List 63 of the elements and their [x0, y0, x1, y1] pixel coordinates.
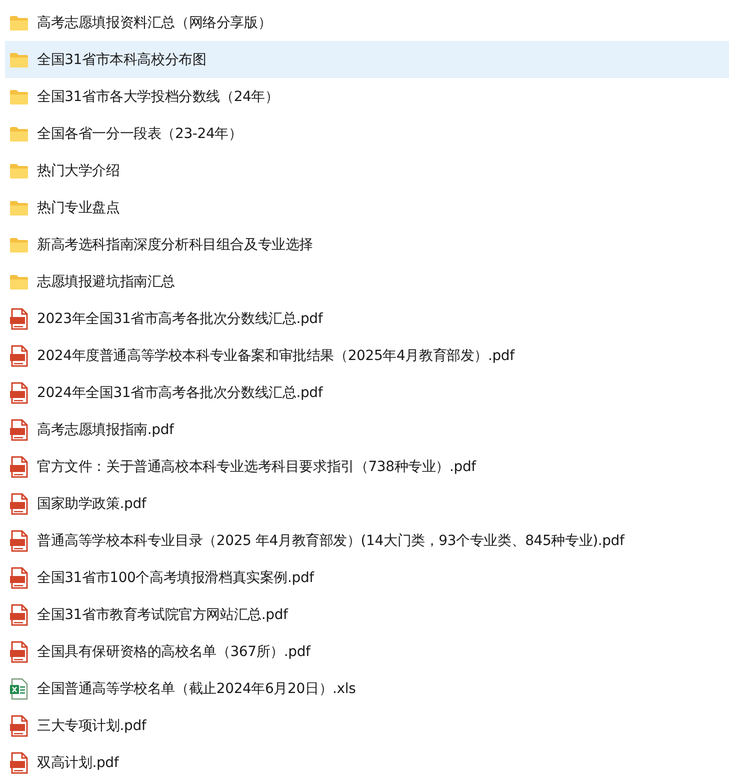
file-name: 2024年度普通高等学校本科专业备案和审批结果（2025年4月教育部发）.pdf — [37, 346, 514, 364]
pdf-file-icon — [9, 382, 29, 404]
pdf-file-icon — [9, 418, 29, 440]
file-name: 三大专项计划.pdf — [37, 716, 146, 734]
folder-icon — [9, 52, 29, 68]
file-name: 全国31省市100个高考填报滑档真实案例.pdf — [37, 568, 314, 586]
pdf-file-icon — [9, 308, 29, 330]
file-name: 2023年全国31省市高考各批次分数线汇总.pdf — [37, 310, 323, 328]
file-name: 新高考选科指南深度分析科目组合及专业选择 — [37, 236, 314, 254]
file-row[interactable]: 全国31省市本科高校分布图 — [5, 41, 729, 78]
file-row[interactable]: 新高考选科指南深度分析科目组合及专业选择 — [5, 226, 729, 263]
file-row[interactable]: 志愿填报避坑指南汇总 — [5, 263, 729, 300]
file-row[interactable]: 2024年度普通高等学校本科专业备案和审批结果（2025年4月教育部发）.pdf — [5, 337, 729, 374]
file-row[interactable]: 高考志愿填报指南.pdf — [5, 411, 729, 448]
file-name: 志愿填报避坑指南汇总 — [37, 272, 176, 290]
folder-icon — [9, 162, 29, 178]
file-row[interactable]: 全国31省市教育考试院官方网站汇总.pdf — [5, 596, 729, 633]
folder-icon — [9, 274, 29, 290]
file-name: 普通高等学校本科专业目录（2025 年4月教育部发）(14大门类，93个专业类、845种专业).pdf — [37, 532, 624, 550]
file-row[interactable]: 2023年全国31省市高考各批次分数线汇总.pdf — [5, 300, 729, 337]
folder-icon — [9, 14, 29, 30]
file-row[interactable]: 普通高等学校本科专业目录（2025 年4月教育部发）(14大门类，93个专业类、845种专业).pdf — [5, 522, 729, 559]
file-row[interactable]: 国家助学政策.pdf — [5, 485, 729, 522]
pdf-file-icon — [9, 344, 29, 366]
file-name: 热门专业盘点 — [37, 198, 120, 216]
file-name: 官方文件：关于普通高校本科专业选考科目要求指引（738种专业）.pdf — [37, 458, 476, 476]
file-row[interactable]: 全国具有保研资格的高校名单（367所）.pdf — [5, 633, 729, 670]
file-row[interactable]: 三大专项计划.pdf — [5, 707, 729, 744]
file-row[interactable]: 全国31省市各大学投档分数线（24年） — [5, 78, 729, 115]
file-name: 高考志愿填报指南.pdf — [37, 420, 174, 438]
file-row[interactable]: 全国普通高等学校名单（截止2024年6月20日）.xls — [5, 670, 729, 707]
pdf-file-icon — [9, 530, 29, 552]
file-row[interactable]: 2024年全国31省市高考各批次分数线汇总.pdf — [5, 374, 729, 411]
pdf-file-icon — [9, 456, 29, 478]
folder-icon — [9, 88, 29, 104]
pdf-file-icon — [9, 640, 29, 662]
pdf-file-icon — [9, 604, 29, 626]
file-name: 全国31省市教育考试院官方网站汇总.pdf — [37, 606, 288, 624]
file-name: 全国具有保研资格的高校名单（367所）.pdf — [37, 642, 310, 660]
pdf-file-icon — [9, 492, 29, 514]
file-name: 双高计划.pdf — [37, 754, 119, 772]
file-name: 全国31省市各大学投档分数线（24年） — [37, 88, 279, 106]
folder-icon — [9, 126, 29, 142]
pdf-file-icon — [9, 566, 29, 588]
file-name: 全国31省市本科高校分布图 — [37, 50, 206, 68]
file-row[interactable]: 官方文件：关于普通高校本科专业选考科目要求指引（738种专业）.pdf — [5, 448, 729, 485]
file-name: 热门大学介绍 — [37, 162, 120, 180]
file-row[interactable]: 高考志愿填报资料汇总（网络分享版） — [5, 4, 729, 41]
file-row[interactable]: 热门专业盘点 — [5, 189, 729, 226]
file-row[interactable]: 全国各省一分一段表（23-24年） — [5, 115, 729, 152]
file-name: 2024年全国31省市高考各批次分数线汇总.pdf — [37, 384, 323, 402]
file-row[interactable]: 热门大学介绍 — [5, 152, 729, 189]
file-name: 全国普通高等学校名单（截止2024年6月20日）.xls — [37, 680, 356, 698]
folder-icon — [9, 200, 29, 216]
file-row[interactable]: 双高计划.pdf — [5, 744, 729, 781]
folder-icon — [9, 236, 29, 252]
file-name: 高考志愿填报资料汇总（网络分享版） — [37, 14, 272, 32]
spreadsheet-file-icon — [9, 678, 29, 700]
file-row[interactable]: 全国31省市100个高考填报滑档真实案例.pdf — [5, 559, 729, 596]
file-name: 国家助学政策.pdf — [37, 494, 146, 512]
pdf-file-icon — [9, 714, 29, 736]
file-name: 全国各省一分一段表（23-24年） — [37, 124, 242, 142]
pdf-file-icon — [9, 752, 29, 774]
